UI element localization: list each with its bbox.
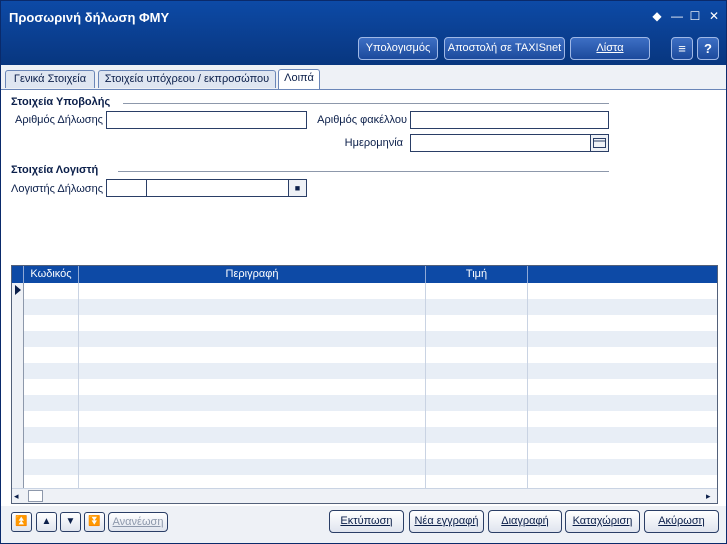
column-divider (425, 283, 426, 488)
print-button[interactable]: Εκτύπωση (329, 510, 404, 533)
refresh-button[interactable]: Ανανέωση (108, 512, 168, 532)
accountant-label: Λογιστής Δήλωσης (10, 183, 103, 195)
table-row[interactable] (24, 347, 717, 363)
table-row[interactable] (24, 395, 717, 411)
help-icon[interactable]: ? (697, 37, 719, 60)
column-code[interactable]: Κωδικός (24, 266, 79, 283)
maximize-icon[interactable]: ☐ (687, 8, 703, 24)
tab-strip: Γενικά Στοιχεία Στοιχεία υπόχρεου / εκπρ… (1, 65, 726, 90)
app-window: Προσωρινή δήλωση ΦΜΥ ◆ — ☐ ✕ Υπολογισμός… (0, 0, 727, 544)
accountant-name-input[interactable] (146, 179, 289, 197)
table-row[interactable] (24, 331, 717, 347)
send-taxisnet-button[interactable]: Αποστολή σε TAXISnet (444, 37, 565, 60)
column-extra[interactable] (528, 266, 717, 283)
accountant-code-input[interactable] (106, 179, 147, 197)
scroll-thumb[interactable] (28, 490, 43, 502)
lookup-icon[interactable]: ■ (288, 179, 307, 197)
declaration-number-input[interactable] (106, 111, 307, 129)
data-grid: Κωδικός Περιγραφή Τιμή ◂ ▸ (11, 265, 718, 504)
section-divider (118, 171, 609, 172)
column-divider (527, 283, 528, 488)
date-input[interactable] (410, 134, 591, 152)
last-record-icon[interactable]: ⏬ (84, 512, 105, 532)
row-header (12, 283, 24, 488)
column-divider (78, 283, 79, 488)
title-bar: Προσωρινή δήλωση ΦΜΥ ◆ — ☐ ✕ Υπολογισμός… (1, 1, 726, 65)
close-icon[interactable]: ✕ (706, 8, 722, 24)
table-row[interactable] (24, 459, 717, 475)
table-row[interactable] (24, 427, 717, 443)
row-header-corner (12, 266, 24, 283)
horizontal-scrollbar[interactable]: ◂ ▸ (12, 488, 717, 503)
tab-subject-representative[interactable]: Στοιχεία υπόχρεου / εκπροσώπου (98, 70, 276, 88)
grid-header: Κωδικός Περιγραφή Τιμή (12, 266, 717, 283)
window-title: Προσωρινή δήλωση ΦΜΥ (9, 10, 170, 25)
table-row[interactable] (24, 443, 717, 459)
save-button[interactable]: Καταχώριση (565, 510, 640, 533)
section-divider (123, 103, 609, 104)
table-row[interactable] (24, 379, 717, 395)
declaration-number-label: Αριθμός Δήλωσης (15, 114, 103, 126)
cancel-button[interactable]: Ακύρωση (644, 510, 719, 533)
calendar-icon[interactable] (590, 134, 609, 152)
calculate-button[interactable]: Υπολογισμός (358, 37, 438, 60)
current-row-icon (15, 285, 21, 295)
tab-general[interactable]: Γενικά Στοιχεία (5, 70, 95, 88)
tab-other[interactable]: Λοιπά (278, 69, 320, 89)
new-record-button[interactable]: Νέα εγγραφή (409, 510, 484, 533)
previous-record-icon[interactable]: ▲ (36, 512, 57, 532)
table-row[interactable] (24, 315, 717, 331)
menu-icon[interactable]: ≡ (671, 37, 693, 60)
column-price[interactable]: Τιμή (426, 266, 528, 283)
date-label: Ημερομηνία (344, 137, 403, 149)
delete-button[interactable]: Διαγραφή (488, 510, 562, 533)
table-row[interactable] (24, 411, 717, 427)
column-description[interactable]: Περιγραφή (79, 266, 426, 283)
next-record-icon[interactable]: ▼ (60, 512, 81, 532)
list-button[interactable]: Λίστα (570, 37, 650, 60)
table-row[interactable] (24, 363, 717, 379)
scroll-right-icon[interactable]: ▸ (706, 491, 711, 502)
table-row[interactable] (24, 475, 717, 488)
pin-icon[interactable]: ◆ (649, 8, 665, 24)
file-number-label: Αριθμός φακέλλου (317, 114, 407, 126)
accountant-section-title: Στοιχεία Λογιστή (11, 164, 99, 176)
scroll-left-icon[interactable]: ◂ (14, 491, 19, 502)
table-row[interactable] (24, 299, 717, 315)
minimize-icon[interactable]: — (669, 8, 685, 24)
bottom-bar: ⏫ ▲ ▼ ⏬ Ανανέωση Εκτύπωση Νέα εγγραφή Δι… (1, 506, 726, 543)
submission-section-title: Στοιχεία Υποβολής (11, 96, 111, 108)
table-row[interactable] (24, 283, 717, 299)
first-record-icon[interactable]: ⏫ (11, 512, 32, 532)
file-number-input[interactable] (410, 111, 609, 129)
